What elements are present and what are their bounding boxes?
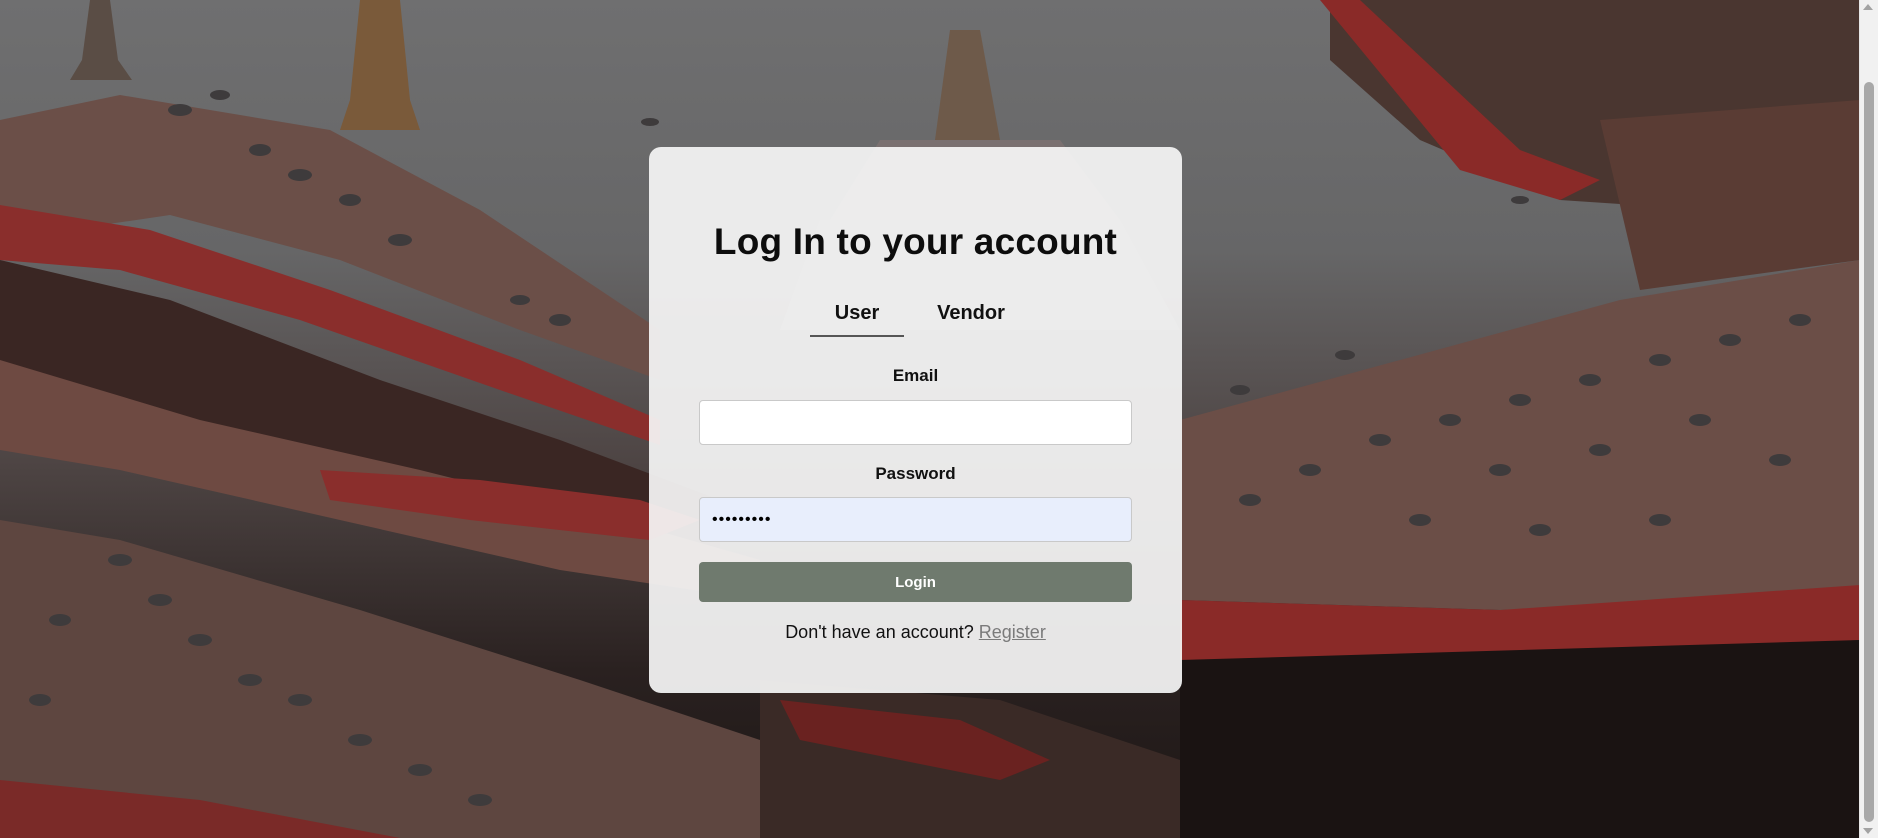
email-label: Email [892, 366, 939, 385]
register-line: Don't have an account? Register [649, 622, 1182, 643]
login-card: Log In to your account User Vendor Email… [649, 147, 1182, 693]
email-field[interactable] [699, 400, 1132, 445]
password-label: Password [875, 464, 956, 483]
register-link[interactable]: Register [979, 622, 1046, 642]
password-field[interactable] [699, 497, 1132, 542]
tab-vendor[interactable]: Vendor [925, 302, 1017, 335]
scrollbar-thumb[interactable] [1864, 82, 1874, 822]
scroll-up-icon[interactable] [1863, 4, 1873, 10]
page-scrollbar[interactable] [1859, 0, 1878, 838]
page: Log In to your account User Vendor Email… [0, 0, 1878, 838]
register-prompt: Don't have an account? [785, 622, 974, 642]
tab-user[interactable]: User [810, 302, 904, 337]
page-title: Log In to your account [713, 221, 1118, 262]
login-button[interactable]: Login [699, 562, 1132, 602]
account-type-tabs: User Vendor [649, 302, 1182, 337]
scroll-down-icon[interactable] [1863, 828, 1873, 834]
